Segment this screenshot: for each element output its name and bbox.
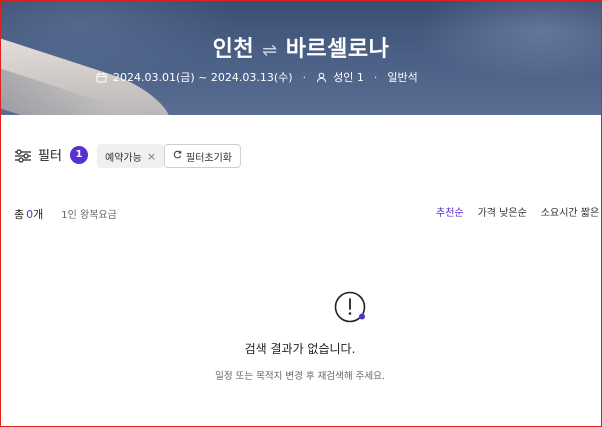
results-summary: 총 0 개 1인 왕복요금 [14, 206, 117, 222]
cabin-class: 일반석 [387, 71, 418, 84]
total-count: 0 [26, 208, 34, 221]
separator: · [302, 70, 307, 84]
separator: · [373, 70, 378, 84]
refresh-icon [173, 150, 182, 162]
filter-chip-label: 예약가능 [105, 152, 142, 164]
alert-circle-icon [333, 290, 367, 324]
sort-tab-shortest-duration[interactable]: 소요시간 짧은 [541, 204, 599, 219]
sort-tab-lowest-price[interactable]: 가격 낮은순 [478, 204, 527, 219]
search-summary-banner: 인천 ⇌ 바르셀로나 2024.03.01(금) ~ 2024.03.13(수) ·… [1, 1, 601, 115]
sort-tab-recommended[interactable]: 추천순 [436, 204, 464, 219]
round-trip-arrow-icon: ⇌ [262, 40, 278, 61]
origin-city: 인천 [212, 37, 255, 62]
total-unit: 개 [33, 208, 44, 221]
total-label: 총 [14, 208, 25, 221]
fare-type-label: 1인 왕복요금 [61, 210, 117, 221]
trip-details[interactable]: 2024.03.01(금) ~ 2024.03.13(수) · 성인 1 · 일… [96, 69, 418, 85]
passenger-count: 성인 1 [333, 71, 364, 84]
travel-dates: 2024.03.01(금) ~ 2024.03.13(수) [113, 71, 293, 84]
close-icon[interactable]: × [147, 150, 156, 163]
empty-state-subtitle: 일정 또는 목적지 변경 후 재검색해 주세요. [215, 371, 385, 382]
destination-city: 바르셀로나 [285, 37, 390, 62]
sort-tabs: 추천순 가격 낮은순 소요시간 짧은 [436, 204, 599, 219]
filter-label: 필터 [38, 149, 62, 164]
filter-chip-available[interactable]: 예약가능 × [97, 144, 165, 168]
empty-state-title: 검색 결과가 없습니다. [244, 342, 356, 356]
filter-toggle[interactable]: 필터 1 [14, 145, 88, 164]
person-icon [316, 72, 327, 83]
reset-filters-button[interactable]: 필터초기화 [164, 144, 241, 168]
active-filter-count-badge: 1 [69, 145, 88, 164]
reset-filters-label: 필터초기화 [186, 152, 232, 164]
calendar-icon [96, 72, 107, 83]
route-title: 인천 ⇌ 바르셀로나 [1, 31, 601, 63]
filter-sliders-icon [14, 148, 32, 163]
